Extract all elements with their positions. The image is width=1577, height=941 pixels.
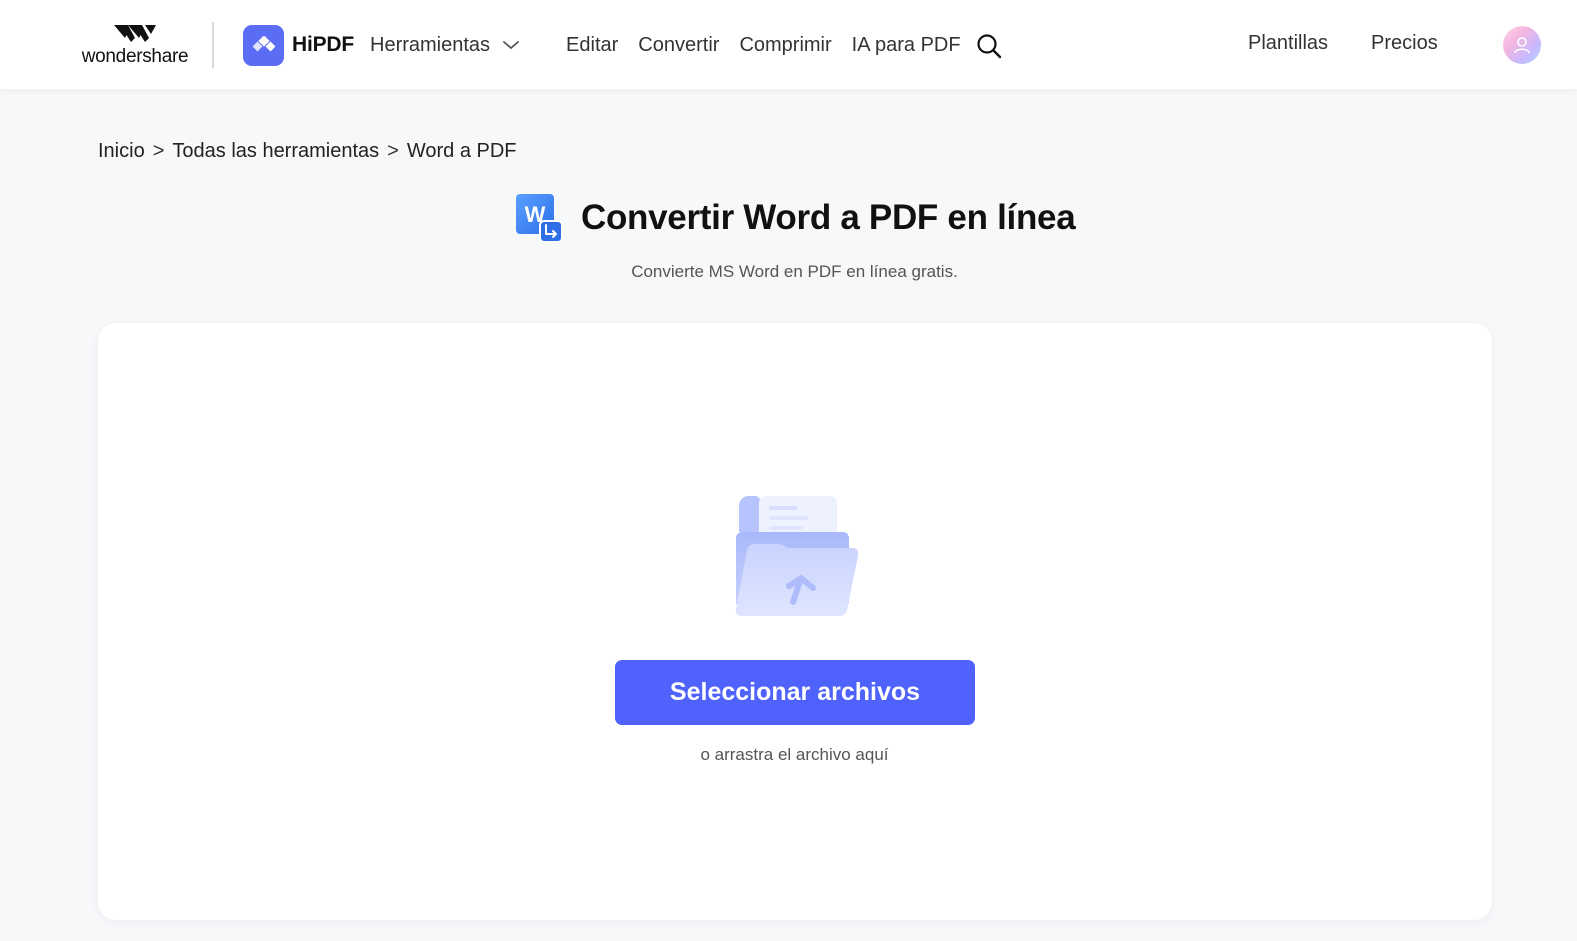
nav-edit[interactable]: Editar — [566, 34, 618, 57]
page-title: Convertir Word a PDF en línea — [581, 198, 1076, 237]
hipdf-name: HiPDF — [292, 33, 355, 56]
breadcrumb-separator: > — [152, 140, 165, 162]
upload-folder-icon — [733, 494, 861, 618]
user-avatar[interactable] — [1503, 26, 1541, 64]
nav-compress[interactable]: Comprimir — [739, 34, 831, 57]
select-files-button[interactable]: Seleccionar archivos — [615, 660, 975, 725]
page-subtitle: Convierte MS Word en PDF en línea gratis… — [631, 262, 958, 281]
wondershare-mark-icon — [114, 25, 156, 42]
upload-dropzone[interactable] — [98, 323, 1492, 920]
main-nav: Herramientas Editar Convertir Comprimir … — [370, 26, 961, 64]
nav-pricing[interactable]: Precios — [1371, 32, 1438, 55]
breadcrumb-separator: > — [387, 140, 399, 162]
word-to-pdf-icon: W — [515, 193, 563, 243]
search-icon[interactable] — [976, 33, 1002, 59]
breadcrumb-current: Word a PDF — [406, 140, 517, 162]
user-icon — [1514, 37, 1530, 54]
chevron-down-icon — [503, 41, 519, 50]
nav-tools-label: Herramientas — [370, 33, 491, 56]
nav-convert[interactable]: Convertir — [638, 34, 719, 57]
header-divider — [212, 22, 214, 68]
hipdf-logo[interactable]: HiPDF — [243, 24, 354, 66]
breadcrumb-home[interactable]: Inicio — [98, 140, 145, 163]
drag-hint: o arrastra el archivo aquí — [700, 745, 889, 764]
nav-ai-pdf[interactable]: IA para PDF — [852, 34, 961, 57]
hipdf-mark-icon — [243, 24, 284, 66]
breadcrumb-all-tools[interactable]: Todas las herramientas — [172, 140, 379, 163]
wondershare-logo[interactable]: wondershare — [77, 22, 193, 72]
top-header: wondershare HiPDF Herramientas Editar Co… — [0, 0, 1577, 89]
breadcrumb: Inicio > Todas las herramientas > Word a… — [98, 140, 517, 163]
nav-templates[interactable]: Plantillas — [1248, 32, 1328, 55]
page-title-row: W Convertir Word a PDF en línea — [515, 192, 1076, 244]
nav-tools-dropdown[interactable]: Herramientas — [370, 34, 520, 57]
wondershare-wordmark: wondershare — [81, 46, 189, 67]
